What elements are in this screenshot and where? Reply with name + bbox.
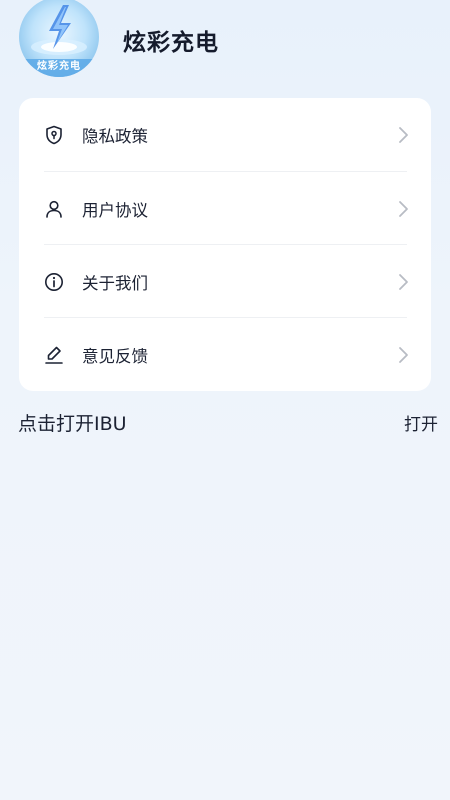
logo-text: 炫彩充电	[37, 61, 81, 72]
settings-page: 炫彩充电 炫彩充电 隐私政策 用户协议 关于我们 意见反馈 点击打开IBU 打开	[0, 0, 450, 800]
edit-icon	[43, 344, 65, 366]
chevron-right-icon	[399, 200, 408, 217]
menu-item-label: 关于我们	[82, 273, 148, 293]
app-name: 炫彩充电	[123, 30, 219, 56]
info-icon	[43, 271, 65, 293]
shield-icon	[43, 124, 65, 146]
menu-item-label: 意见反馈	[82, 346, 148, 366]
user-icon	[43, 198, 65, 220]
chevron-right-icon	[399, 273, 408, 290]
open-ibu-row: 点击打开IBU 打开	[18, 408, 438, 436]
menu-item-label: 用户协议	[82, 200, 148, 220]
menu-item-feedback[interactable]: 意见反馈	[19, 318, 431, 391]
menu-item-label: 隐私政策	[82, 126, 148, 146]
app-logo: 炫彩充电	[19, 0, 99, 77]
open-ibu-button[interactable]: 打开	[404, 410, 438, 435]
menu-item-about-us[interactable]: 关于我们	[19, 245, 431, 318]
menu-item-privacy-policy[interactable]: 隐私政策	[19, 98, 431, 171]
chevron-right-icon	[399, 126, 408, 143]
menu-item-user-agreement[interactable]: 用户协议	[19, 172, 431, 245]
chevron-right-icon	[399, 346, 408, 363]
app-header: 炫彩充电 炫彩充电	[19, 0, 219, 78]
open-ibu-text: 点击打开IBU	[18, 412, 127, 435]
menu-card: 隐私政策 用户协议 关于我们 意见反馈	[19, 98, 431, 391]
